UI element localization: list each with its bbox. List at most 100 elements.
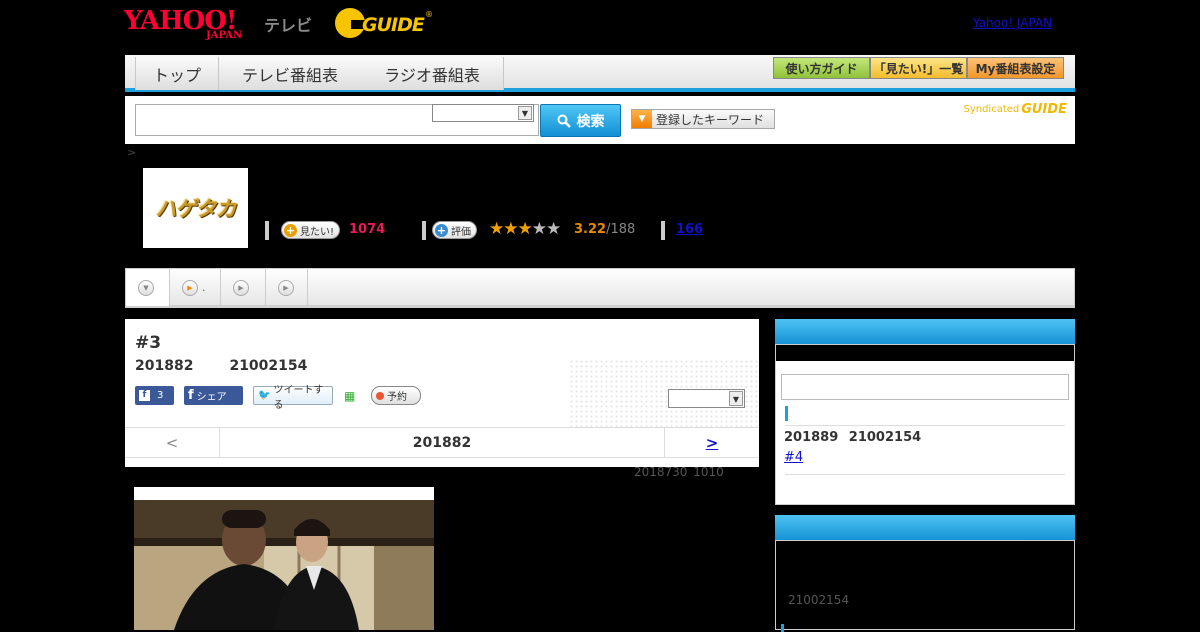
episode-date: 201882 — [135, 358, 194, 374]
episode-navigation: < 201882 > — [125, 427, 759, 458]
facebook-like-button[interactable]: f 3 — [135, 386, 174, 405]
rating-stars: ★★★★★ — [489, 219, 561, 239]
star-icon: ★ — [489, 219, 504, 239]
section-marker — [785, 406, 788, 421]
usage-guide-button[interactable]: 使い方ガイド — [773, 57, 870, 79]
main-nav-bar: トップ テレビ番組表 ラジオ番組表 使い方ガイド 「見たい!」一覧 My番組表設… — [125, 55, 1075, 92]
divider — [785, 474, 1065, 475]
play-icon: ▶ — [233, 279, 249, 296]
search-button-label: 検索 — [576, 113, 605, 130]
tweet-button[interactable]: 🐦 ツイートする — [253, 385, 333, 411]
search-category-select[interactable]: ▼ — [432, 104, 534, 122]
search-button[interactable]: 検索 — [540, 104, 621, 137]
star-icon: ★ — [517, 219, 533, 239]
gguide-logo[interactable]: GUIDE ® — [335, 8, 435, 40]
episode-select[interactable]: ▼ — [668, 389, 745, 408]
panel-gap — [776, 345, 1074, 361]
divider — [785, 425, 1065, 426]
panel-body: 201889 21002154 #4 — [776, 361, 1074, 504]
reserve-label: 予約 — [387, 392, 407, 403]
divider — [265, 221, 269, 240]
rating-total: /188 — [606, 222, 636, 237]
search-area: ▼ 検索 ▼ 登録したキーワード Syndicated GUIDE — [125, 96, 1075, 144]
plus-icon: + — [435, 223, 448, 237]
section-marker — [781, 624, 784, 632]
tweet-label: ツイートする — [273, 384, 324, 411]
tab-overview[interactable]: ▼ — [126, 269, 170, 306]
chevron-down-icon: ▼ — [138, 279, 154, 296]
facebook-share-button[interactable]: f シェア — [184, 386, 243, 405]
play-icon: ▶ — [278, 279, 294, 296]
next-episode-link[interactable]: > — [664, 428, 759, 457]
plus-icon: + — [284, 223, 297, 237]
divider — [661, 221, 665, 240]
rating-score: 3.22/188 — [574, 222, 635, 237]
next-airing-panel: 201889 21002154 #4 — [775, 344, 1075, 505]
gguide-logo-text: GUIDE — [362, 14, 425, 36]
program-tabs: ▼ ▶ . ▶ ▶ — [125, 268, 1075, 308]
tab-label: . — [202, 281, 206, 294]
facebook-count: 3 — [157, 390, 164, 401]
nav-tab-top[interactable]: トップ — [135, 57, 219, 90]
yahoo-japan-link[interactable]: Yahoo! JAPAN — [973, 16, 1052, 30]
episode-scene-image — [134, 500, 434, 630]
episode-number: #3 — [135, 333, 162, 353]
episode-airtime: 201882 21002154 — [135, 358, 307, 374]
site-header: YAHOO! JAPAN テレビ GUIDE ® Yahoo! JAPAN — [0, 0, 1200, 55]
calendar-add-icon[interactable]: ▦ — [344, 386, 360, 405]
rate-button[interactable]: + 評価 — [432, 221, 477, 239]
facebook-icon: f — [188, 388, 194, 403]
divider — [422, 221, 426, 240]
twitter-bird-icon: 🐦 — [258, 390, 271, 401]
watchlist-button[interactable]: 「見たい!」一覧 — [870, 57, 967, 79]
select-arrow-icon: ▼ — [518, 106, 532, 120]
episode-photo[interactable] — [134, 487, 434, 630]
sidebar-header-rebroadcast — [775, 515, 1075, 540]
sidebar-header-next-airing — [775, 319, 1075, 344]
rebroadcast-time: 21002154 — [788, 593, 850, 607]
syndicated-guide-text: GUIDE — [1021, 102, 1067, 117]
registered-mark: ® — [425, 10, 433, 19]
reserve-recording-button[interactable]: 予約 — [371, 386, 421, 405]
nav-tab-tv-schedule[interactable]: テレビ番組表 — [219, 57, 362, 90]
star-icon: ★ — [503, 219, 518, 239]
saved-keywords-button[interactable]: ▼ 登録したキーワード — [631, 109, 775, 129]
want-to-watch-button[interactable]: + 見たい! — [281, 221, 341, 239]
gguide-g-icon — [335, 8, 365, 38]
episode-panel: #3 201882 21002154 f 3 f シェア 🐦 ツイートする ▦ … — [125, 319, 759, 467]
previous-episode-button[interactable]: < — [125, 428, 220, 457]
breadcrumb[interactable]: > — [127, 146, 136, 159]
dropdown-arrow-icon: ▼ — [632, 110, 652, 128]
want-to-watch-label: 見たい! — [300, 226, 335, 238]
play-icon: ▶ — [182, 279, 198, 296]
rebroadcast-panel: 21002154 — [775, 540, 1075, 632]
program-logo-image[interactable]: ハゲタカ — [143, 168, 248, 248]
want-to-watch-count: 1074 — [349, 222, 386, 237]
episode-time: 21002154 — [229, 358, 308, 374]
facebook-icon: f — [139, 390, 150, 401]
program-logo-text: ハゲタカ — [155, 197, 237, 221]
syndicated-gguide-logo: Syndicated GUIDE — [963, 102, 1067, 117]
review-count-link[interactable]: 166 — [676, 222, 703, 237]
my-schedule-settings-button[interactable]: My番組表設定 — [967, 57, 1064, 79]
facebook-share-label: シェア — [196, 392, 227, 403]
yahoo-japan-tv-logo[interactable]: YAHOO! JAPAN テレビ — [124, 6, 324, 42]
search-icon — [557, 114, 571, 128]
original-broadcast-info: 2018730 1010 — [634, 465, 724, 479]
japan-logo-text: JAPAN — [206, 30, 243, 41]
sidebar-input[interactable] — [781, 374, 1069, 400]
saved-keywords-label: 登録したキーワード — [656, 112, 765, 127]
select-arrow-icon: ▼ — [729, 391, 743, 406]
star-empty-icon: ★ — [546, 219, 561, 239]
star-empty-icon: ★ — [531, 219, 547, 239]
rating-average: 3.22 — [574, 222, 607, 237]
next-episode-link[interactable]: #4 — [784, 450, 803, 465]
tab-episodes[interactable]: ▶ . — [170, 269, 221, 306]
tab-cast[interactable]: ▶ — [221, 269, 266, 306]
tv-logo-text: テレビ — [264, 16, 313, 35]
syndicated-label: Syndicated — [963, 104, 1020, 115]
record-dot-icon — [376, 391, 384, 400]
nav-tab-radio-schedule[interactable]: ラジオ番組表 — [361, 57, 504, 90]
rate-label: 評価 — [451, 226, 471, 238]
tab-reviews[interactable]: ▶ — [266, 269, 308, 306]
